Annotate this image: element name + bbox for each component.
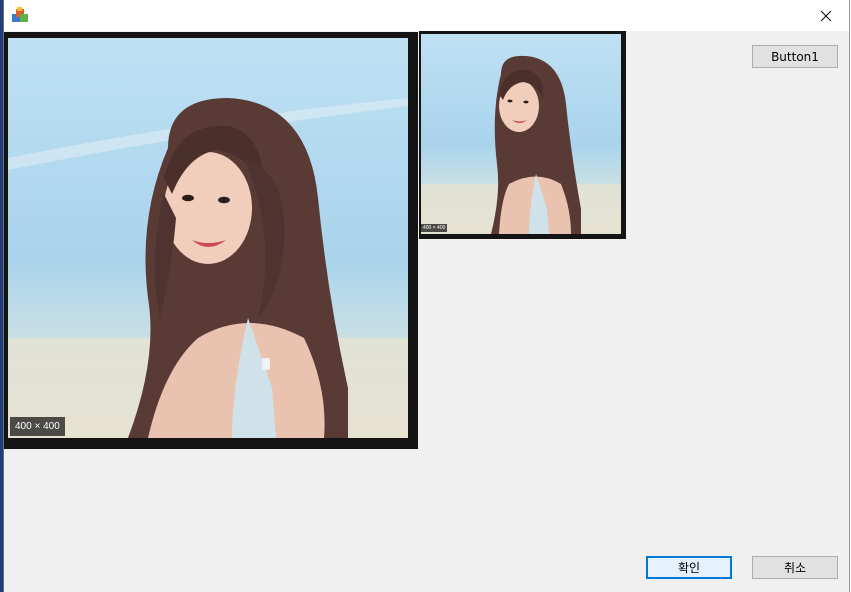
picture-box-large[interactable]: 400 × 400 [4,32,418,449]
title-bar[interactable] [4,0,849,31]
portrait-photo-small: 400 × 400 [421,34,621,234]
picture-box-small[interactable]: 400 × 400 [419,31,626,239]
close-icon [820,10,832,21]
portrait-photo-large: 400 × 400 [8,38,408,438]
ok-button[interactable]: 확인 [646,556,732,579]
close-button[interactable] [803,0,849,31]
app-icon[interactable] [11,6,29,24]
dialog-window: 400 × 400 400 × 400 Button1 확인 취소 [3,0,850,592]
cancel-button[interactable]: 취소 [752,556,838,579]
button1[interactable]: Button1 [752,45,838,68]
image-size-label-large: 400 × 400 [10,417,65,436]
image-size-label-small: 400 × 400 [421,224,448,232]
